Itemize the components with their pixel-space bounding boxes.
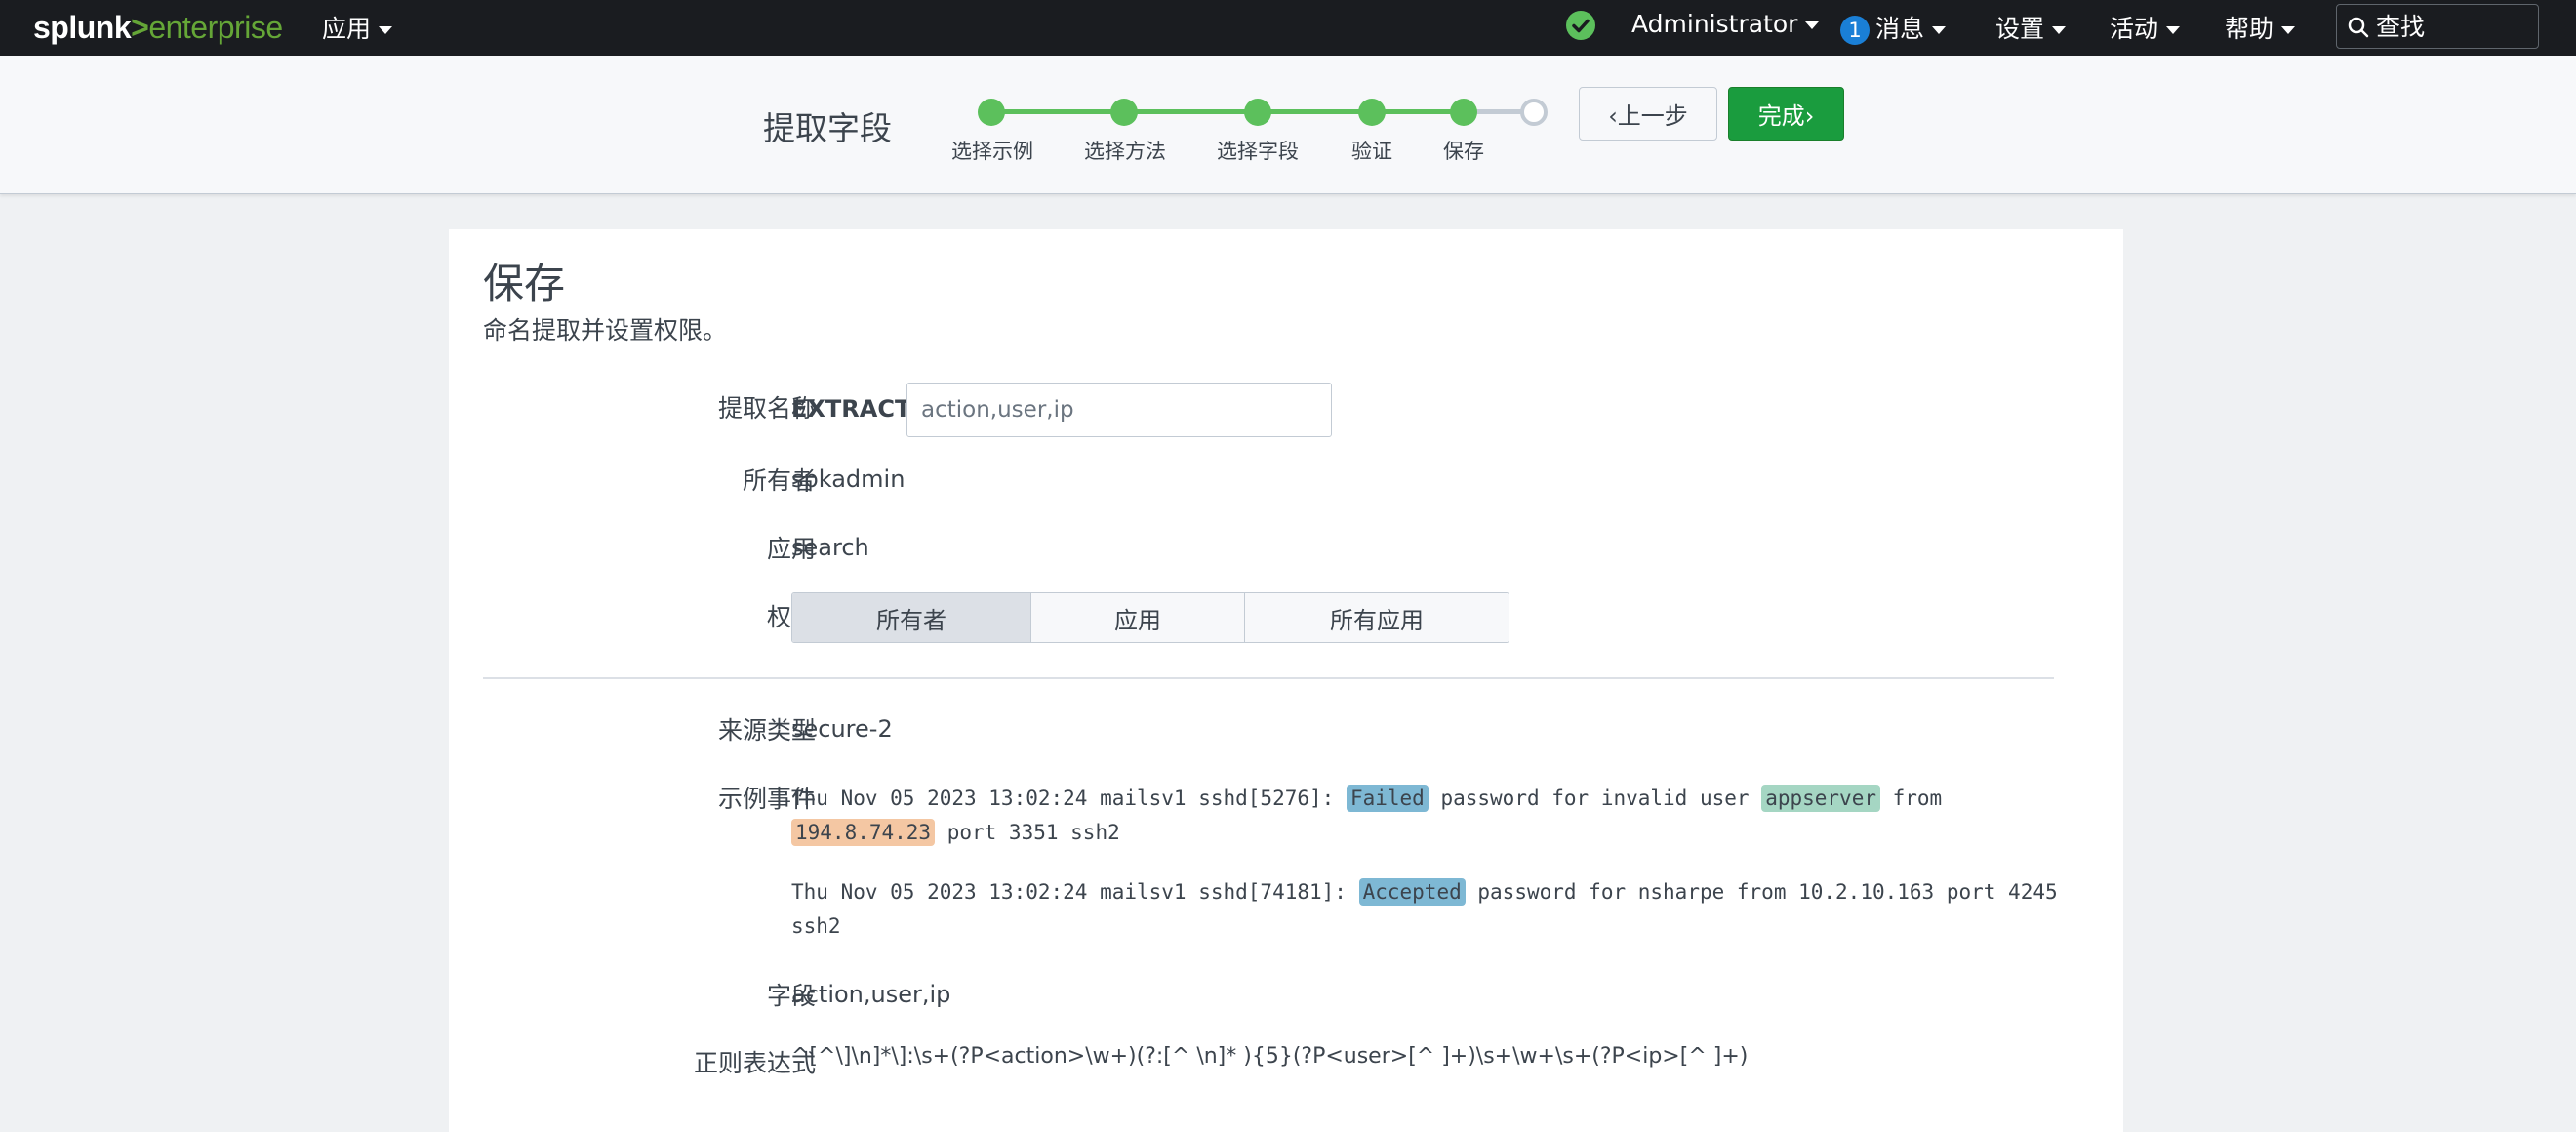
logo-splunk-text: splunk — [33, 10, 132, 45]
step-dot-6 — [1520, 99, 1548, 126]
apps-menu[interactable]: 应用 — [322, 10, 393, 45]
highlight-action: Failed — [1346, 785, 1429, 812]
search-icon — [2348, 17, 2369, 38]
event-text: from — [1879, 787, 1943, 810]
step-dot-5 — [1450, 99, 1477, 126]
sample-event-2: Thu Nov 05 2023 13:02:24 mailsv1 sshd[74… — [791, 875, 2060, 944]
permission-owner-button[interactable]: 所有者 — [792, 593, 1031, 642]
fields-value: action,user,ip — [791, 981, 951, 1008]
caret-down-icon — [2166, 26, 2181, 34]
step-label-select-method: 选择方法 — [1084, 140, 1166, 163]
caret-down-icon — [1932, 26, 1947, 34]
activity-menu-label: 活动 — [2110, 15, 2159, 43]
extract-prefix: EXTRACT- — [791, 395, 917, 423]
event-text: Thu Nov 05 2023 13:02:24 mailsv1 sshd[74… — [791, 880, 1359, 904]
chevron-left-icon: ‹ — [1608, 102, 1618, 130]
settings-menu-label: 设置 — [1995, 15, 2045, 43]
messages-menu-label: 消息 — [1875, 15, 1925, 43]
step-dot-3 — [1244, 99, 1271, 126]
highlight-ip: 194.8.74.23 — [791, 819, 936, 846]
step-label-select-sample: 选择示例 — [951, 140, 1033, 163]
previous-button[interactable]: ‹上一步 — [1579, 87, 1717, 141]
user-menu-label: Administrator — [1631, 10, 1798, 38]
step-dot-4 — [1358, 99, 1386, 126]
step-dot-2 — [1110, 99, 1138, 126]
step-label-select-fields: 选择字段 — [1217, 140, 1299, 163]
section-divider — [483, 677, 2054, 679]
regex-value: ^[^\]\n]*\]:\s+(?P<action>\w+)(?:[^ \n]*… — [791, 1044, 1749, 1069]
event-text: Thu Nov 05 2023 13:02:24 mailsv1 sshd[52… — [791, 787, 1347, 810]
wizard-title: 提取字段 — [763, 109, 892, 147]
user-menu[interactable]: Administrator — [1631, 10, 1820, 38]
step-dot-1 — [978, 99, 1005, 126]
logo-enterprise-text: enterprise — [148, 10, 283, 45]
caret-down-icon — [379, 26, 393, 34]
page-title: 保存 — [483, 260, 566, 307]
step-label-save: 保存 — [1443, 140, 1484, 163]
caret-down-icon — [2281, 26, 2296, 34]
sample-event-1: Thu Nov 05 2023 13:02:24 mailsv1 sshd[52… — [791, 782, 2060, 850]
caret-down-icon — [1805, 21, 1820, 29]
check-circle-icon[interactable] — [1566, 11, 1595, 40]
page-subtitle: 命名提取并设置权限。 — [483, 316, 728, 344]
splunk-logo[interactable]: splunk>enterprise — [33, 10, 283, 46]
search-box — [2336, 4, 2539, 49]
permission-all-apps-button[interactable]: 所有应用 — [1245, 593, 1509, 642]
permission-app-button[interactable]: 应用 — [1031, 593, 1245, 642]
owner-value: spkadmin — [791, 465, 906, 493]
chevron-right-icon: › — [1804, 102, 1815, 130]
event-text: port 3351 ssh2 — [935, 821, 1120, 844]
extract-name-input[interactable] — [906, 383, 1332, 437]
permissions-toggle-group: 所有者 应用 所有应用 — [791, 592, 1509, 643]
settings-menu[interactable]: 设置 — [1995, 10, 2067, 45]
event-text: password for invalid user — [1428, 787, 1762, 810]
search-input[interactable] — [2376, 10, 2532, 43]
messages-menu[interactable]: 1 消息 — [1840, 10, 1947, 45]
highlight-action: Accepted — [1358, 878, 1466, 906]
step-progress-line-done — [991, 109, 1464, 114]
activity-menu[interactable]: 活动 — [2110, 10, 2181, 45]
apps-menu-label: 应用 — [322, 15, 372, 43]
step-label-validate: 验证 — [1351, 140, 1392, 163]
sourcetype-value: secure-2 — [791, 715, 893, 743]
messages-count-badge: 1 — [1840, 16, 1870, 45]
save-panel: 保存 命名提取并设置权限。 提取名称 EXTRACT- 所有者 spkadmin… — [449, 229, 2123, 1132]
finish-button-label: 完成 — [1757, 102, 1805, 130]
help-menu[interactable]: 帮助 — [2225, 10, 2296, 45]
finish-button[interactable]: 完成› — [1728, 87, 1844, 141]
help-menu-label: 帮助 — [2225, 15, 2274, 43]
previous-button-label: 上一步 — [1617, 102, 1688, 130]
extract-fields-wizard: 提取字段 选择示例 选择方法 选择字段 验证 保存 ‹上一步 完成› — [0, 56, 2576, 194]
app-value: search — [791, 534, 869, 561]
caret-down-icon — [2052, 26, 2067, 34]
highlight-user: appserver — [1761, 785, 1880, 812]
logo-chevron: > — [131, 10, 149, 45]
top-nav-bar: splunk>enterprise 应用 Administrator 1 消息 设… — [0, 0, 2576, 56]
